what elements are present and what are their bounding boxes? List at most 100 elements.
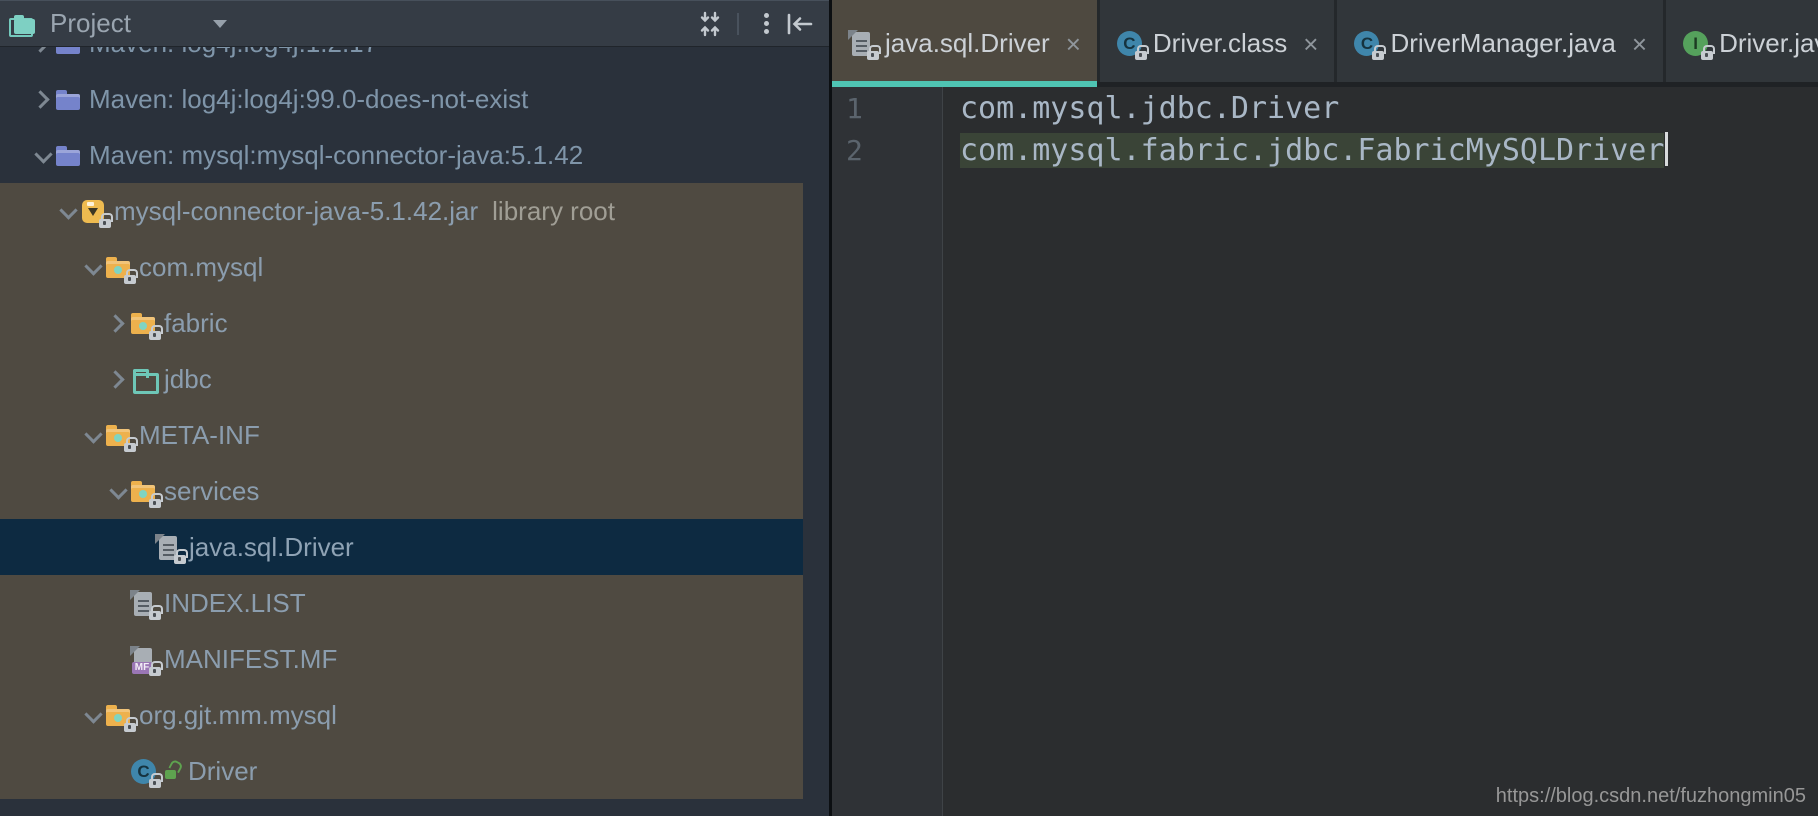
collapse-all-icon	[700, 11, 720, 36]
chevron-expanded-icon[interactable]	[83, 705, 103, 725]
line-number: 2	[846, 134, 863, 167]
tree-row-label: jdbc	[164, 363, 212, 394]
editor-panel: java.sql.Driver×Driver.class×DriverManag…	[832, 0, 1818, 816]
lock-badge-icon	[1134, 45, 1149, 60]
code-line[interactable]: com.mysql.fabric.jdbc.FabricMySQLDriver	[960, 130, 1818, 172]
project-title: Project	[50, 8, 131, 38]
tree-row-label: MANIFEST.MF	[164, 643, 338, 674]
editor-tab[interactable]: Driver.class ×	[1099, 0, 1338, 87]
chevron-expanded-icon[interactable]	[33, 145, 53, 165]
manifest-file-icon: MF	[130, 645, 163, 676]
text-file-icon	[848, 30, 881, 60]
tree-row-label: java.sql.Driver	[189, 531, 354, 562]
more-options-button[interactable]	[749, 7, 783, 41]
collapse-all-button[interactable]	[693, 7, 727, 41]
lock-badge-icon	[149, 324, 163, 340]
tree-row-label: Driver	[188, 755, 258, 786]
editor-body: 12 com.mysql.jdbc.Driver com.mysql.fabric…	[832, 87, 1818, 816]
project-folder-icon	[8, 10, 38, 38]
tree-row[interactable]: INDEX.LIST	[0, 575, 803, 631]
tree-row[interactable]: services	[0, 463, 803, 519]
tree-row[interactable]: Maven: log4j:log4j:99.0-does-not-exist	[0, 71, 803, 127]
tree-row[interactable]: META-INF	[0, 407, 803, 463]
tree-row[interactable]: com.mysql	[0, 239, 803, 295]
tree-row[interactable]: Maven: mysql:mysql-connector-java:5.1.42	[0, 127, 803, 183]
code-line[interactable]: com.mysql.jdbc.Driver	[960, 88, 1818, 130]
chevron-collapsed-icon[interactable]	[108, 313, 128, 333]
editor-code-area[interactable]: com.mysql.jdbc.Driver com.mysql.fabric.jd…	[943, 87, 1818, 816]
lock-badge-icon	[149, 772, 163, 788]
tree-row-label: META-INF	[139, 419, 260, 450]
tree-row-label: services	[164, 475, 260, 506]
dropdown-caret-icon[interactable]	[212, 19, 227, 28]
tree-row-label: mysql-connector-java-5.1.42.jar	[114, 195, 479, 226]
interface-icon	[1682, 30, 1716, 60]
maven-library-folder-icon	[55, 47, 82, 57]
lock-badge-icon	[867, 45, 881, 60]
code-text: com.mysql.fabric.jdbc.FabricMySQLDriver	[960, 133, 1665, 168]
public-open-lock-icon	[163, 760, 181, 782]
editor-tab-bar: java.sql.Driver×Driver.class×DriverManag…	[832, 0, 1818, 87]
package-folder-icon	[105, 254, 138, 284]
hide-panel-icon	[787, 13, 813, 34]
chevron-expanded-icon[interactable]	[58, 201, 78, 221]
editor-gutter: 12	[832, 87, 943, 816]
tree-row[interactable]: fabric	[0, 295, 803, 351]
tree-row[interactable]: MF MANIFEST.MF	[0, 631, 803, 687]
lock-badge-icon	[1701, 45, 1716, 60]
chevron-expanded-icon[interactable]	[108, 481, 128, 501]
tree-row-label: org.gjt.mm.mysql	[139, 699, 337, 730]
tree-row[interactable]: java.sql.Driver	[0, 519, 803, 575]
project-tree: Maven: log4j:log4j:1.2.17 Maven: log4j:lo…	[0, 47, 829, 816]
tree-row-label: Maven: log4j:log4j:1.2.17	[89, 47, 378, 59]
hide-panel-button[interactable]	[783, 7, 817, 41]
text-file-icon	[155, 533, 188, 564]
project-header: Project	[0, 0, 829, 47]
tab-label: Driver.class	[1152, 28, 1288, 58]
tree-row-label: Maven: log4j:log4j:99.0-does-not-exist	[89, 83, 529, 114]
text-caret	[1665, 132, 1669, 166]
class-icon	[1116, 30, 1149, 60]
jar-archive-icon	[80, 198, 113, 228]
line-number: 1	[846, 92, 863, 125]
plain-folder-icon	[130, 366, 159, 394]
tree-row[interactable]: jdbc	[0, 351, 803, 407]
chevron-expanded-icon[interactable]	[83, 425, 103, 445]
class-icon	[1353, 30, 1387, 60]
tree-row[interactable]: Maven: log4j:log4j:1.2.17	[0, 47, 803, 71]
class-icon	[130, 758, 163, 788]
maven-library-folder-icon	[55, 142, 82, 169]
watermark: https://blog.csdn.net/fuzhongmin05	[1495, 785, 1806, 807]
code-text: com.mysql.jdbc.Driver	[960, 91, 1340, 126]
package-folder-icon	[130, 478, 163, 508]
editor-tab[interactable]: Driver.java	[1666, 0, 1818, 87]
tab-close-icon[interactable]: ×	[1303, 31, 1318, 57]
lock-badge-icon	[149, 492, 163, 508]
chevron-collapsed-icon[interactable]	[108, 369, 128, 389]
tab-close-icon[interactable]: ×	[1632, 31, 1647, 57]
tab-close-icon[interactable]: ×	[1066, 31, 1081, 57]
tree-row[interactable]: mysql-connector-java-5.1.42.jar library r…	[0, 183, 803, 239]
lock-badge-icon	[124, 716, 138, 732]
editor-tab[interactable]: java.sql.Driver ×	[832, 0, 1100, 87]
chevron-expanded-icon[interactable]	[83, 257, 103, 277]
chevron-collapsed-icon[interactable]	[33, 89, 53, 109]
lock-badge-icon	[174, 548, 188, 564]
tree-row-label: fabric	[164, 307, 228, 338]
package-folder-icon	[105, 702, 138, 732]
tree-row[interactable]: Driver	[0, 743, 803, 799]
project-panel: Project Maven: log4j:log4j:99.0-does-not…	[0, 0, 829, 816]
tree-row[interactable]	[0, 799, 803, 816]
package-folder-icon	[105, 422, 138, 452]
text-file-icon	[130, 589, 163, 620]
maven-library-folder-icon	[55, 86, 82, 113]
tree-row[interactable]: org.gjt.mm.mysql	[0, 687, 803, 743]
editor-tab[interactable]: DriverManager.java ×	[1337, 0, 1667, 87]
tree-row-label: Maven: mysql:mysql-connector-java:5.1.42	[89, 139, 584, 170]
chevron-collapsed-icon[interactable]	[33, 47, 53, 53]
tab-label: java.sql.Driver	[885, 28, 1050, 58]
